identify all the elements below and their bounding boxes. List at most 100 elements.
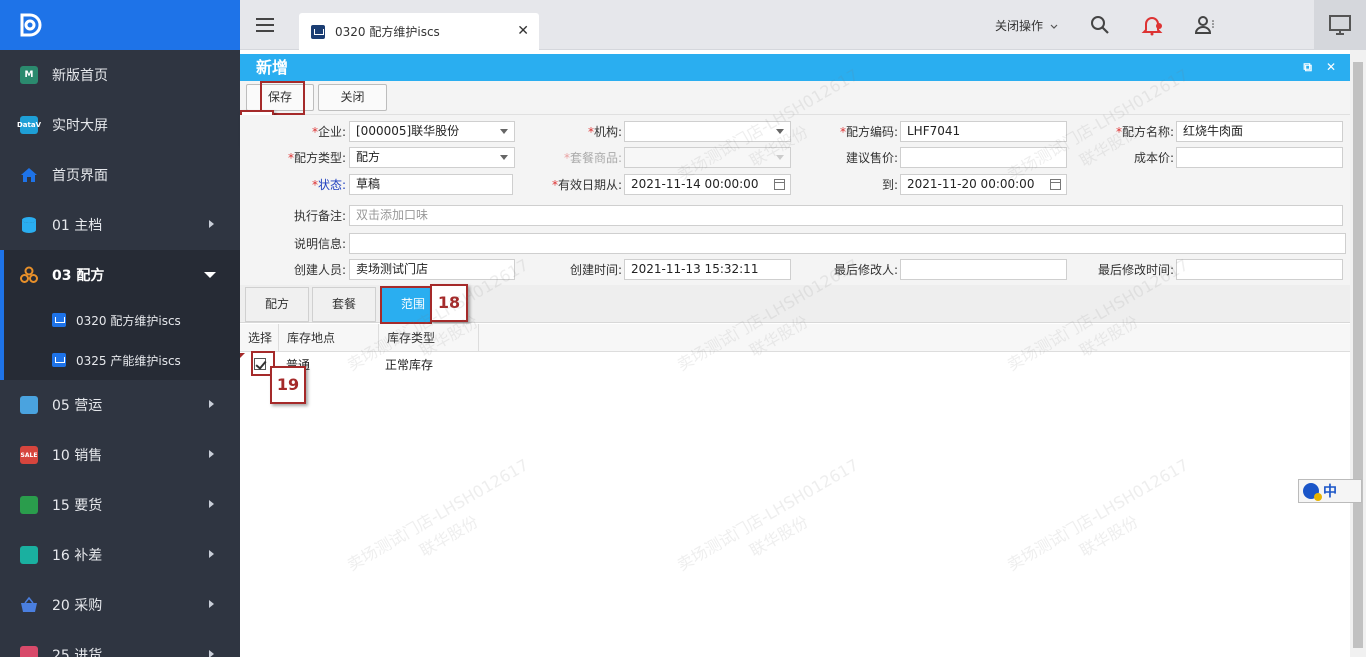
sidebar-item-label: 05 营运 bbox=[52, 398, 103, 414]
sidebar-subitem-capacity-maintain[interactable]: 0325 产能维护iscs bbox=[0, 340, 240, 380]
close-operations-dropdown[interactable]: 关闭操作 bbox=[995, 17, 1058, 34]
dialog-title-bar: 新增 ⧉ ✕ bbox=[240, 54, 1350, 81]
chevron-right-icon bbox=[209, 650, 214, 657]
status-label: *状态: bbox=[311, 178, 346, 192]
sidebar-item-new-home[interactable]: M 新版首页 bbox=[0, 50, 240, 100]
database-icon bbox=[22, 217, 36, 233]
exec-note-input[interactable]: 双击添加口味 bbox=[349, 205, 1343, 226]
sidebar-subitem-recipe-maintain[interactable]: 0320 配方维护iscs bbox=[0, 300, 240, 340]
recipe-code-input[interactable]: LHF7041 bbox=[900, 121, 1067, 142]
valid-from-datepicker[interactable]: 2021-11-14 00:00:00 bbox=[624, 174, 791, 195]
ime-mode-label: 中 bbox=[1323, 484, 1337, 500]
cost-input[interactable] bbox=[1176, 147, 1343, 168]
sidebar-item-label: 01 主档 bbox=[52, 218, 103, 234]
restore-icon[interactable]: ⧉ bbox=[1303, 54, 1312, 81]
dialog-toolbar: 保存 关闭 bbox=[240, 81, 1350, 115]
chevron-down-icon bbox=[500, 155, 508, 160]
last-modified-time-label: 最后修改时间: bbox=[1097, 263, 1174, 277]
sidebar-item-realtime-screen[interactable]: DataV 实时大屏 bbox=[0, 100, 240, 150]
sidebar-item-label: 新版首页 bbox=[52, 68, 108, 84]
chevron-right-icon bbox=[209, 400, 214, 408]
tab-label: 0320 配方维护iscs bbox=[335, 25, 440, 39]
monitor-icon bbox=[20, 396, 38, 414]
creator-field: 卖场测试门店 bbox=[349, 259, 515, 280]
sidebar-item-home-page[interactable]: 首页界面 bbox=[0, 150, 240, 200]
user-icon[interactable] bbox=[1193, 14, 1215, 36]
chevron-right-icon bbox=[209, 220, 214, 228]
dialog-close-icon[interactable]: ✕ bbox=[1326, 54, 1336, 81]
ime-indicator[interactable]: 中 bbox=[1298, 479, 1362, 503]
tab-recipe-maintain[interactable]: 0320 配方维护iscs ✕ bbox=[299, 13, 539, 50]
close-button[interactable]: 关闭 bbox=[318, 84, 387, 111]
sidebar-item-label: 20 采购 bbox=[52, 598, 103, 614]
suggest-price-input[interactable] bbox=[900, 147, 1067, 168]
sidebar: M 新版首页 DataV 实时大屏 首页界面 01 主档 03 配方 0320 … bbox=[0, 0, 240, 657]
vertical-scrollbar[interactable] bbox=[1350, 50, 1366, 657]
stock-type-cell: 正常库存 bbox=[385, 358, 434, 372]
recipe-type-label: *配方类型: bbox=[287, 151, 346, 165]
suggest-price-label: 建议售价: bbox=[845, 151, 898, 165]
column-header-stock-type: 库存类型 bbox=[379, 324, 479, 352]
chevron-down-icon bbox=[776, 155, 784, 160]
datav-icon: DataV bbox=[17, 116, 41, 134]
monitor-icon bbox=[1329, 15, 1351, 35]
m-brand-icon: M bbox=[20, 66, 38, 84]
hamburger-menu-icon[interactable] bbox=[256, 18, 274, 32]
chevron-right-icon bbox=[209, 550, 214, 558]
exec-note-label: 执行备注: bbox=[293, 209, 346, 223]
calendar-icon[interactable] bbox=[774, 179, 785, 190]
scrollbar-thumb[interactable] bbox=[1353, 62, 1363, 648]
sidebar-item-label: 25 进货 bbox=[52, 648, 103, 657]
watermark: 卖场测试门店-LHSH012617联华股份 bbox=[673, 455, 862, 575]
sidebar-submenu: 0320 配方维护iscs 0325 产能维护iscs bbox=[0, 300, 240, 380]
cost-label: 成本价: bbox=[1133, 151, 1174, 165]
sidebar-item-price-diff[interactable]: 16 补差 bbox=[0, 530, 240, 580]
sidebar-item-operations[interactable]: 05 营运 bbox=[0, 380, 240, 430]
description-input[interactable] bbox=[349, 233, 1346, 254]
sidebar-item-purchase[interactable]: 20 采购 bbox=[0, 580, 240, 630]
combo-goods-select bbox=[624, 147, 791, 168]
combo-goods-label: *套餐商品: bbox=[563, 151, 622, 165]
recipe-code-label: *配方编码: bbox=[839, 125, 898, 139]
watermark: 卖场测试门店-LHSH012617联华股份 bbox=[1003, 455, 1192, 575]
chevron-right-icon bbox=[209, 450, 214, 458]
tab-recipe[interactable]: 配方 bbox=[245, 287, 309, 322]
sidebar-item-stock-in[interactable]: 25 进货 bbox=[0, 630, 240, 657]
bell-icon[interactable] bbox=[1141, 14, 1163, 36]
sidebar-item-label: 15 要货 bbox=[52, 498, 103, 514]
calendar-icon[interactable] bbox=[1050, 179, 1061, 190]
close-operations-label: 关闭操作 bbox=[995, 19, 1044, 33]
tab-combo[interactable]: 套餐 bbox=[312, 287, 376, 322]
last-modified-time-field bbox=[1176, 259, 1343, 280]
valid-to-datepicker[interactable]: 2021-11-20 00:00:00 bbox=[900, 174, 1067, 195]
chevron-right-icon bbox=[209, 500, 214, 508]
last-modifier-label: 最后修改人: bbox=[833, 263, 898, 277]
search-icon[interactable] bbox=[1089, 14, 1111, 36]
truck-icon bbox=[20, 646, 38, 657]
company-label: *企业: bbox=[311, 125, 346, 139]
grid-header: 选择 库存地点 库存类型 bbox=[240, 324, 1350, 352]
annotation-highlight-scope-tab bbox=[380, 286, 432, 324]
table-row[interactable]: 普通 正常库存 bbox=[240, 352, 1350, 378]
sidebar-item-recipe[interactable]: 03 配方 bbox=[0, 250, 240, 300]
column-header-select: 选择 bbox=[240, 324, 279, 352]
description-label: 说明信息: bbox=[293, 237, 346, 251]
sidebar-subitem-label: 0325 产能维护iscs bbox=[76, 353, 181, 368]
org-select[interactable] bbox=[624, 121, 791, 142]
sidebar-item-label: 16 补差 bbox=[52, 548, 103, 564]
recipe-name-input[interactable]: 红烧牛肉面 bbox=[1176, 121, 1343, 142]
fullscreen-toggle[interactable] bbox=[1314, 0, 1366, 50]
company-select[interactable]: [000005]联华股份 bbox=[349, 121, 515, 142]
shopping-bag-icon bbox=[20, 496, 38, 514]
sidebar-item-sales[interactable]: SALE 10 销售 bbox=[0, 430, 240, 480]
top-bar: 0320 配方维护iscs ✕ 关闭操作 bbox=[240, 0, 1366, 50]
tab-close-icon[interactable]: ✕ bbox=[517, 23, 529, 39]
created-time-field: 2021-11-13 15:32:11 bbox=[624, 259, 791, 280]
sidebar-item-requisition[interactable]: 15 要货 bbox=[0, 480, 240, 530]
created-time-label: 创建时间: bbox=[569, 263, 622, 277]
sidebar-item-master-data[interactable]: 01 主档 bbox=[0, 200, 240, 250]
app-logo-icon[interactable] bbox=[18, 12, 44, 38]
recipe-type-select[interactable]: 配方 bbox=[349, 147, 515, 168]
annotation-badge-19: 19 bbox=[270, 366, 306, 404]
creator-label: 创建人员: bbox=[293, 263, 346, 277]
